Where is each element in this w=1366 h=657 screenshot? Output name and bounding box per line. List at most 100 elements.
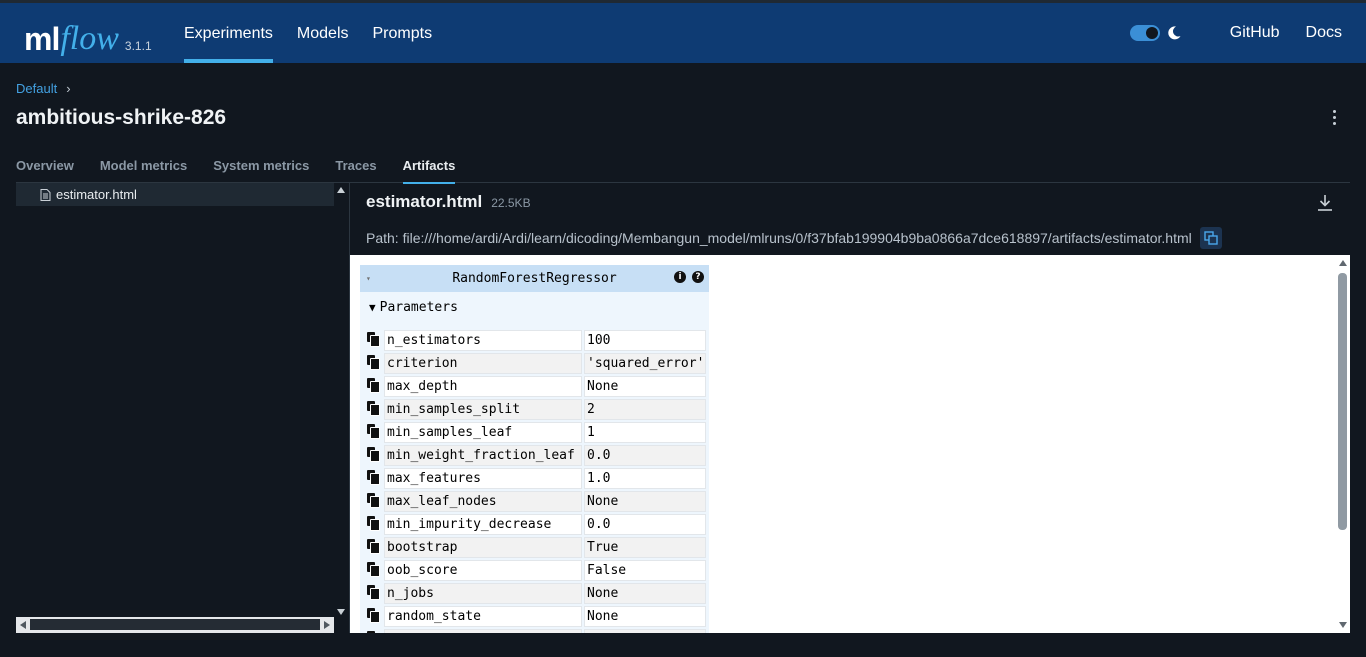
tab-artifacts[interactable]: Artifacts xyxy=(402,152,455,184)
copy-param-cell[interactable] xyxy=(364,399,382,420)
info-icon[interactable]: i xyxy=(674,271,686,283)
scroll-left-arrow-icon[interactable] xyxy=(20,621,26,629)
file-icon xyxy=(40,188,51,201)
param-name: max_features xyxy=(384,468,582,489)
tree-horizontal-scrollbar[interactable] xyxy=(16,617,334,633)
copy-param-cell[interactable] xyxy=(364,330,382,351)
mlflow-logo[interactable]: ml flow 3.1.1 xyxy=(24,16,152,57)
param-value: 2 xyxy=(584,399,706,420)
table-row: min_impurity_decrease 0.0 xyxy=(364,514,706,535)
table-row: min_samples_split 2 xyxy=(364,399,706,420)
copy-icon[interactable] xyxy=(367,585,380,600)
download-icon[interactable] xyxy=(1317,194,1333,212)
chevron-right-icon: › xyxy=(66,81,71,96)
scrollbar-thumb[interactable] xyxy=(1338,273,1347,530)
copy-param-cell[interactable] xyxy=(364,491,382,512)
dark-mode-toggle[interactable] xyxy=(1129,25,1160,41)
param-name: min_samples_leaf xyxy=(384,422,582,443)
param-name: n_jobs xyxy=(384,583,582,604)
estimator-title: RandomForestRegressor xyxy=(452,271,617,286)
table-row: n_jobs None xyxy=(364,583,706,604)
docs-link[interactable]: Docs xyxy=(1306,24,1342,42)
table-row: max_features 1.0 xyxy=(364,468,706,489)
github-link[interactable]: GitHub xyxy=(1230,24,1280,42)
copy-param-cell[interactable] xyxy=(364,583,382,604)
tab-overview[interactable]: Overview xyxy=(16,152,74,183)
copy-param-cell[interactable] xyxy=(364,560,382,581)
scroll-right-arrow-icon[interactable] xyxy=(324,621,330,629)
copy-path-button[interactable] xyxy=(1199,227,1222,249)
copy-param-cell[interactable] xyxy=(364,606,382,627)
param-value: 0.0 xyxy=(584,445,706,466)
param-value: None xyxy=(584,376,706,397)
param-value: False xyxy=(584,560,706,581)
copy-icon[interactable] xyxy=(367,470,380,485)
breadcrumb-default-link[interactable]: Default xyxy=(16,81,57,96)
param-value: None xyxy=(584,491,706,512)
copy-icon[interactable] xyxy=(367,562,380,577)
tab-system-metrics[interactable]: System metrics xyxy=(213,152,309,183)
copy-icon[interactable] xyxy=(367,355,380,370)
tab-traces[interactable]: Traces xyxy=(335,152,376,183)
copy-icon[interactable] xyxy=(367,516,380,531)
nav-prompts[interactable]: Prompts xyxy=(373,3,433,63)
artifact-html-preview: ▾ RandomForestRegressor i ? ▼ Parameters… xyxy=(350,255,1350,633)
tab-model-metrics[interactable]: Model metrics xyxy=(100,152,187,183)
copy-icon[interactable] xyxy=(367,608,380,623)
param-value: 0 xyxy=(584,629,706,633)
estimator-header[interactable]: ▾ RandomForestRegressor i ? xyxy=(360,265,709,292)
copy-param-cell[interactable] xyxy=(364,353,382,374)
help-icon[interactable]: ? xyxy=(692,271,704,283)
copy-icon[interactable] xyxy=(367,493,380,508)
version-label: 3.1.1 xyxy=(124,39,152,53)
table-row: n_estimators 100 xyxy=(364,330,706,351)
copy-icon[interactable] xyxy=(367,332,380,347)
moon-icon xyxy=(1168,26,1181,40)
copy-param-cell[interactable] xyxy=(364,629,382,633)
scrollbar-thumb[interactable] xyxy=(30,619,320,630)
copy-param-cell[interactable] xyxy=(364,537,382,558)
scroll-up-arrow-icon[interactable] xyxy=(1339,260,1347,266)
param-name: max_depth xyxy=(384,376,582,397)
table-row: verbose0 xyxy=(364,629,706,633)
copy-icon[interactable] xyxy=(367,539,380,554)
tree-item-estimator[interactable]: estimator.html xyxy=(16,183,334,206)
copy-icon[interactable] xyxy=(367,378,380,393)
estimator-card: ▾ RandomForestRegressor i ? ▼ Parameters… xyxy=(360,265,709,633)
copy-param-cell[interactable] xyxy=(364,514,382,535)
copy-icon[interactable] xyxy=(367,424,380,439)
nav-experiments[interactable]: Experiments xyxy=(184,3,273,63)
preview-header: estimator.html 22.5KB xyxy=(366,192,531,212)
more-options-icon[interactable] xyxy=(1330,110,1338,128)
copy-param-cell[interactable] xyxy=(364,376,382,397)
artifact-path: Path: file:///home/ardi/Ardi/learn/dicod… xyxy=(366,227,1222,249)
param-name: min_samples_split xyxy=(384,399,582,420)
table-row: max_depth None xyxy=(364,376,706,397)
copy-icon[interactable] xyxy=(367,447,380,462)
copy-icon[interactable] xyxy=(367,631,379,633)
parameters-table: n_estimators 100 criterion'squared_error' m… xyxy=(362,328,708,633)
table-row: criterion'squared_error' xyxy=(364,353,706,374)
copy-icon[interactable] xyxy=(367,401,380,416)
param-name: verbose xyxy=(384,629,582,633)
parameters-toggle[interactable]: ▼ Parameters xyxy=(361,296,709,318)
param-name: random_state xyxy=(384,606,582,627)
header-right: GitHub Docs xyxy=(1129,3,1342,63)
scroll-down-arrow-icon[interactable] xyxy=(1339,622,1347,628)
param-name: oob_score xyxy=(384,560,582,581)
tree-vertical-scrollbar[interactable] xyxy=(334,183,349,617)
param-value: 100 xyxy=(584,330,706,351)
nav-models[interactable]: Models xyxy=(297,3,349,63)
scroll-up-arrow-icon[interactable] xyxy=(337,187,345,193)
copy-param-cell[interactable] xyxy=(364,445,382,466)
preview-vertical-scrollbar[interactable] xyxy=(1335,255,1350,633)
estimator-info-icons: i ? xyxy=(668,271,704,283)
table-row: max_leaf_nodes None xyxy=(364,491,706,512)
copy-param-cell[interactable] xyxy=(364,422,382,443)
param-name: criterion xyxy=(384,353,582,374)
param-value: None xyxy=(584,606,706,627)
copy-param-cell[interactable] xyxy=(364,468,382,489)
param-name: min_impurity_decrease xyxy=(384,514,582,535)
main-nav: Experiments Models Prompts xyxy=(184,3,456,63)
scroll-down-arrow-icon[interactable] xyxy=(337,609,345,615)
